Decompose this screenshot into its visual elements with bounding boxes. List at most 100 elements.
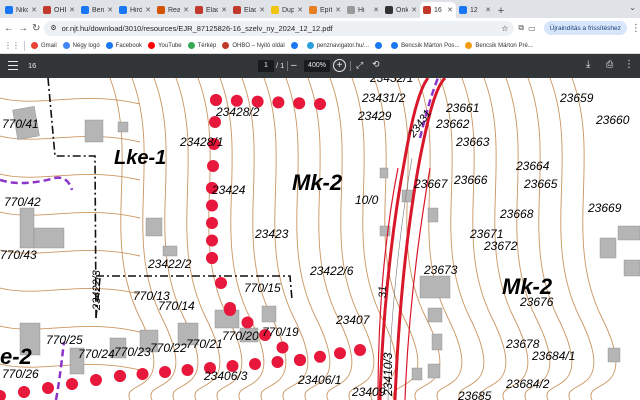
new-tab-button[interactable]: + <box>494 4 508 18</box>
close-icon[interactable]: ✕ <box>107 6 113 14</box>
parcel-label: 23432/1 <box>369 78 413 85</box>
boundary-dot <box>66 378 78 390</box>
hamburger-menu-icon[interactable] <box>8 61 18 70</box>
bookmark-label: Facebook <box>115 42 143 49</box>
parcel-label: 23406/1 <box>297 373 341 387</box>
boundary-dot <box>272 96 285 109</box>
parcel-label: 23422/3 <box>91 269 103 311</box>
zone-label: Lke-1 <box>114 147 166 169</box>
boundary-dot <box>293 97 306 110</box>
close-icon[interactable]: ✕ <box>335 6 341 14</box>
parcel-label: 23665 <box>523 177 558 191</box>
tab-search-chevron-icon[interactable]: ⌄ <box>629 3 636 12</box>
close-icon[interactable]: ✕ <box>373 6 379 14</box>
zoom-out-icon[interactable]: – <box>291 60 297 71</box>
browser-tab[interactable]: Hi ✕ <box>344 2 382 18</box>
browser-tab[interactable]: OHB✕ <box>40 2 78 18</box>
parcel-label: 770/15 <box>244 281 281 295</box>
bookmark-label: Bencsik Márton Pos... <box>401 42 460 49</box>
close-icon[interactable]: ✕ <box>221 6 227 14</box>
bookmark-item[interactable]: YouTube <box>148 42 182 49</box>
close-icon[interactable]: ✕ <box>411 6 417 14</box>
parcel-label: 23423 <box>254 227 289 241</box>
zoom-level-input[interactable]: 400% <box>304 60 330 72</box>
browser-tab[interactable]: Elad ✕ <box>192 2 230 18</box>
boundary-dot <box>0 390 6 400</box>
more-options-icon[interactable]: ⋮ <box>624 59 634 70</box>
browser-tab[interactable]: Rea ✕ <box>154 2 192 18</box>
close-icon[interactable]: ✕ <box>485 6 491 14</box>
bookmark-item[interactable]: Bencsik Márton Pré... <box>465 42 533 49</box>
back-icon[interactable]: ← <box>4 22 14 34</box>
tab-label: Hird <box>130 6 143 14</box>
bookmark-item[interactable]: Négy logó <box>62 42 100 49</box>
browser-tab[interactable]: Épít ✕ <box>306 2 344 18</box>
url-text[interactable]: or.njt.hu/download/3010/resources/EJR_87… <box>62 24 497 33</box>
rotate-icon[interactable]: ⟲ <box>372 59 380 70</box>
parcel-label: 23660 <box>595 113 630 127</box>
bookmark-item[interactable] <box>375 42 385 49</box>
close-icon[interactable]: ✕ <box>69 6 75 14</box>
parcel-label: 23676 <box>519 295 554 309</box>
browser-tab[interactable]: 12 ✕ <box>456 2 494 18</box>
bookmark-item[interactable]: Gmail <box>31 42 57 49</box>
extensions-icon[interactable]: ⧉ <box>518 22 524 34</box>
contour-line <box>0 287 141 295</box>
browser-tab[interactable]: Dup ✕ <box>268 2 306 18</box>
browser-tab[interactable]: Hird ✕ <box>116 2 154 18</box>
browser-tab[interactable]: Niko ✕ <box>2 2 40 18</box>
bookmark-item[interactable]: Bencsik Márton Pos... <box>391 42 459 49</box>
parcel-label: 23666 <box>453 173 488 187</box>
sidepanel-icon[interactable]: ▭ <box>528 22 536 34</box>
restart-to-update-button[interactable]: Újraindítás a frissítéshez <box>543 21 627 35</box>
zoom-in-icon[interactable]: + <box>333 59 346 72</box>
boundary-dot <box>224 304 236 316</box>
tab-label: Rea <box>168 6 181 14</box>
browser-tab[interactable]: Benc✕ <box>78 2 116 18</box>
tab-label: Elad <box>244 6 257 14</box>
bookmark-item[interactable]: Facebook <box>105 42 143 49</box>
apps-grid-icon[interactable]: ⋮⋮ <box>4 40 20 52</box>
tab-favicon-icon <box>233 6 241 14</box>
page-number-input[interactable]: 1 <box>258 60 274 72</box>
parcel-label: 23422/2 <box>147 257 192 271</box>
download-icon[interactable]: ⤓ <box>586 59 590 70</box>
bookmarks-bar: ⋮⋮ Gmail Négy logó Facebook YouTube Térkép OH… <box>0 38 640 54</box>
boundary-dot <box>207 160 219 172</box>
browser-tab[interactable]: Elad ✕ <box>230 2 268 18</box>
bookmark-star-icon[interactable]: ☆ <box>501 24 508 33</box>
parcel-label: 770/20 <box>222 329 259 343</box>
parcel-label: 23663 <box>455 135 490 149</box>
fit-to-page-icon[interactable]: ⤢ <box>356 60 363 71</box>
print-icon[interactable]: ⎙ <box>606 59 613 70</box>
pdf-map-canvas[interactable]: Lke-1 Mk-2 Mk-2 e-2 770/41 23432/1 23431/2 2366… <box>0 78 640 400</box>
parcel-label: 770/21 <box>186 337 223 351</box>
parcel-label: 23661 <box>445 101 479 115</box>
bookmark-item[interactable]: Térkép <box>187 42 216 49</box>
divider <box>287 61 288 71</box>
tab-label: Hi <box>358 6 365 14</box>
site-info-icon[interactable]: ⚙ <box>50 24 56 32</box>
bookmark-favicon-icon <box>306 42 314 49</box>
forward-icon[interactable]: → <box>18 22 28 34</box>
reload-icon[interactable]: ↻ <box>32 22 40 34</box>
boundary-dot <box>249 358 261 370</box>
bookmark-item[interactable]: OHBO – Nyitó oldal <box>222 42 285 49</box>
browser-tab[interactable]: 16 ✕ <box>420 2 456 18</box>
parcel-label: 23684/1 <box>531 349 575 363</box>
close-icon[interactable]: ✕ <box>145 6 151 14</box>
parcel-label: 23662 <box>435 117 470 131</box>
menu-dots-icon[interactable]: ⋮ <box>631 22 640 34</box>
bookmark-item[interactable]: penznavigator.hu/... <box>306 42 369 49</box>
close-icon[interactable]: ✕ <box>447 6 453 14</box>
bookmark-item[interactable] <box>290 42 301 49</box>
close-icon[interactable]: ✕ <box>297 6 303 14</box>
close-icon[interactable]: ✕ <box>183 6 189 14</box>
close-icon[interactable]: ✕ <box>31 6 37 14</box>
close-icon[interactable]: ✕ <box>259 6 265 14</box>
boundary-dot <box>18 386 30 398</box>
parcel-label: 770/42 <box>4 195 41 209</box>
contour-line <box>0 97 141 105</box>
address-bar[interactable]: ⚙ or.njt.hu/download/3010/resources/EJR_… <box>44 20 515 36</box>
browser-tab[interactable]: Önk ✕ <box>382 2 420 18</box>
